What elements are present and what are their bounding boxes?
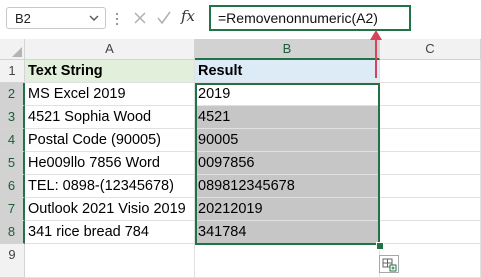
- cell-c1[interactable]: [380, 60, 481, 83]
- cell-c3[interactable]: [380, 106, 481, 129]
- row-header[interactable]: 8: [0, 221, 25, 244]
- row-header[interactable]: 4: [0, 129, 25, 152]
- column-header-a[interactable]: A: [25, 39, 195, 60]
- column-header-c[interactable]: C: [380, 39, 481, 60]
- column-header-b[interactable]: B: [195, 39, 380, 60]
- cell-a9[interactable]: [25, 244, 195, 278]
- quick-analysis-button[interactable]: [379, 255, 399, 273]
- resize-handle[interactable]: [114, 10, 120, 28]
- cell-c6[interactable]: [380, 175, 481, 198]
- row-header[interactable]: 1: [0, 60, 25, 83]
- formula-text: =Removenonnumeric(A2): [218, 10, 378, 26]
- cell-a6[interactable]: TEL: 0898-(12345678): [25, 175, 195, 198]
- cell-a4[interactable]: Postal Code (90005): [25, 129, 195, 152]
- cell-c4[interactable]: [380, 129, 481, 152]
- row-header[interactable]: 5: [0, 152, 25, 175]
- cell-c2[interactable]: [380, 83, 481, 106]
- fill-handle[interactable]: [376, 242, 384, 250]
- cancel-icon[interactable]: [131, 9, 149, 27]
- cell-b2[interactable]: 2019: [195, 83, 380, 106]
- cell-b5[interactable]: 0097856: [195, 152, 380, 175]
- cell-b6[interactable]: 089812345678: [195, 175, 380, 198]
- cell-a1[interactable]: Text String: [25, 60, 195, 83]
- cell-c5[interactable]: [380, 152, 481, 175]
- row-header[interactable]: 6: [0, 175, 25, 198]
- row-header[interactable]: 9: [0, 244, 25, 278]
- cell-a5[interactable]: He009llo 7856 Word: [25, 152, 195, 175]
- cell-a7[interactable]: Outlook 2021 Visio 2019: [25, 198, 195, 221]
- cell-c7[interactable]: [380, 198, 481, 221]
- spreadsheet-grid: A B C 1 2 3 4 5 6 7 8 9 Text String Resu…: [0, 39, 481, 278]
- cell-b8[interactable]: 341784: [195, 221, 380, 244]
- arrow-up-icon: [370, 30, 382, 78]
- enter-icon[interactable]: [155, 9, 173, 27]
- cell-b7[interactable]: 20212019: [195, 198, 380, 221]
- row-header[interactable]: 3: [0, 106, 25, 129]
- row-header[interactable]: 7: [0, 198, 25, 221]
- cell-b1[interactable]: Result: [195, 60, 380, 83]
- cell-b9[interactable]: [195, 244, 380, 278]
- select-all-button[interactable]: [0, 39, 25, 60]
- chevron-down-icon[interactable]: [87, 10, 101, 26]
- row-header[interactable]: 2: [0, 83, 25, 106]
- cell-a8[interactable]: 341 rice bread 784: [25, 221, 195, 244]
- cell-b4[interactable]: 90005: [195, 129, 380, 152]
- name-box-value: B2: [15, 11, 31, 26]
- quick-analysis-icon: [382, 258, 397, 272]
- cell-a3[interactable]: 4521 Sophia Wood: [25, 106, 195, 129]
- cell-c8[interactable]: [380, 221, 481, 244]
- fx-icon[interactable]: fx: [181, 7, 195, 25]
- formula-bar: B2 fx =Removenonnumeric(A2): [0, 0, 481, 38]
- formula-input[interactable]: =Removenonnumeric(A2): [209, 5, 411, 31]
- cell-a2[interactable]: MS Excel 2019: [25, 83, 195, 106]
- name-box[interactable]: B2: [6, 7, 106, 29]
- cell-b3[interactable]: 4521: [195, 106, 380, 129]
